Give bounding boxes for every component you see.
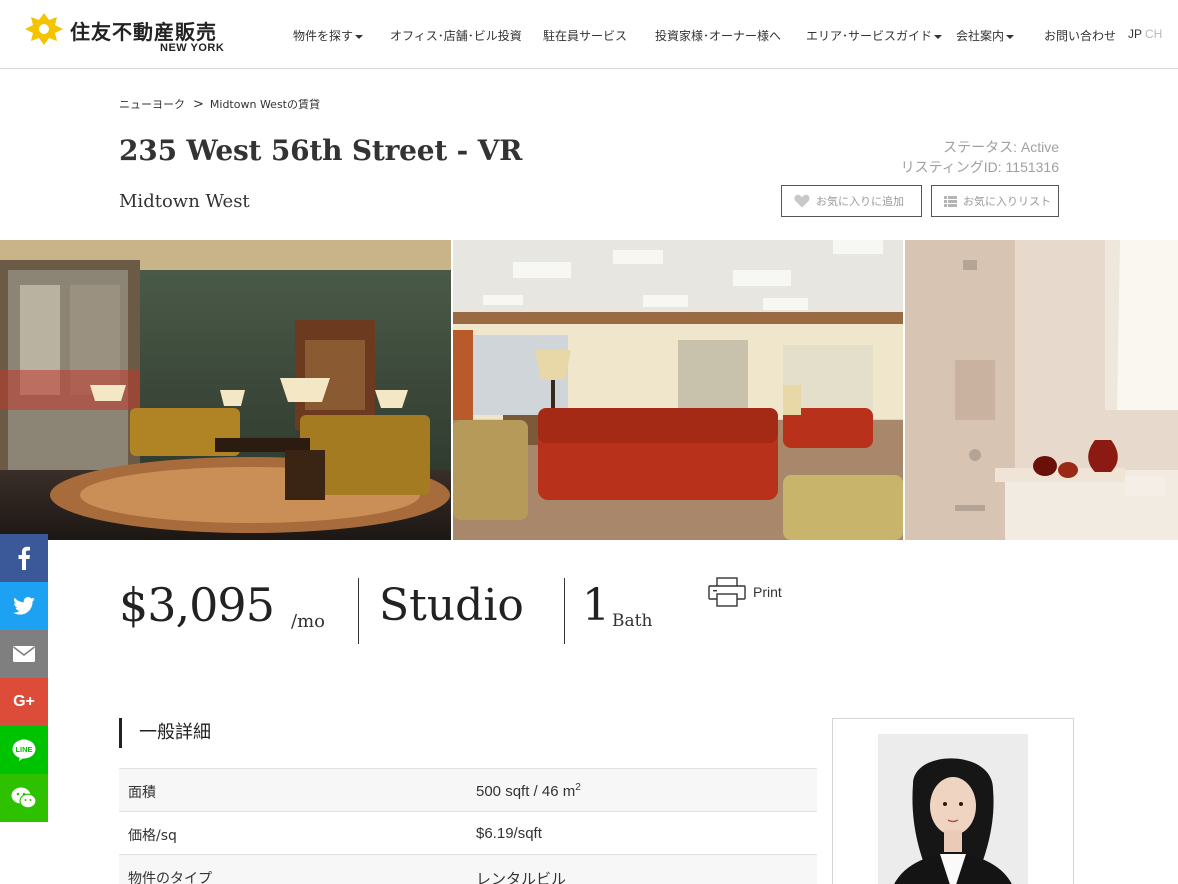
nav-item-area-guide[interactable]: エリア･サービスガイド — [806, 27, 943, 44]
line-share-button[interactable]: LINE — [0, 726, 48, 774]
nav-item-investors[interactable]: 投資家様･オーナー様へ — [655, 27, 781, 44]
photo-lobby[interactable] — [0, 240, 451, 540]
printer-icon — [708, 577, 746, 607]
nav-label: 物件を探す — [293, 29, 354, 43]
nav-item-expat[interactable]: 駐在員サービス — [543, 27, 627, 44]
divider — [564, 578, 565, 644]
photo-lounge[interactable] — [453, 240, 903, 540]
detail-key: 面積 — [128, 785, 156, 801]
breadcrumb: ニューヨーク > Midtown Westの賃貸 — [119, 96, 320, 112]
detail-value: 500 sqft / 46 m — [476, 783, 576, 800]
photo-strip — [0, 240, 1178, 540]
chevron-down-icon — [1006, 34, 1015, 39]
favorite-list-label: お気に入りリスト — [963, 195, 1051, 208]
agent-card — [832, 718, 1074, 884]
email-share-button[interactable] — [0, 630, 48, 678]
unit-type: Studio — [379, 580, 524, 631]
logo-sub: NEW YORK — [160, 42, 225, 54]
print-button[interactable]: Print — [707, 577, 797, 609]
nav-label: お問い合わせ — [1044, 29, 1117, 43]
logo-name: 住友不動産販売 — [70, 20, 217, 44]
detail-value-sup: 2 — [575, 782, 581, 793]
google-plus-share-button[interactable]: G+ — [0, 678, 48, 726]
detail-value-container: 500 sqft / 46 m2 — [476, 782, 581, 800]
details-table: 面積 500 sqft / 46 m2 価格/sq $6.19/sqft 物件の… — [119, 768, 817, 884]
breadcrumb-home[interactable]: ニューヨーク — [119, 98, 185, 111]
twitter-share-button[interactable] — [0, 582, 48, 630]
add-favorite-label: お気に入りに追加 — [816, 195, 904, 208]
listing-neighborhood: Midtown West — [119, 191, 250, 212]
line-icon: LINE — [12, 739, 36, 761]
nav-label: 会社案内 — [956, 29, 1005, 43]
breadcrumb-separator: > — [193, 97, 204, 112]
price-value: $3,095 — [119, 578, 275, 632]
add-favorite-button[interactable]: お気に入りに追加 — [781, 185, 922, 217]
wechat-share-button[interactable] — [0, 774, 48, 822]
social-share-bar: G+ LINE — [0, 534, 48, 822]
price-unit: /mo — [291, 611, 325, 632]
google-plus-icon: G+ — [13, 693, 35, 710]
lang-jp[interactable]: JP — [1128, 27, 1142, 41]
nav-label: オフィス･店舗･ビル投資 — [390, 29, 522, 43]
table-row: 価格/sq $6.19/sqft — [119, 812, 817, 855]
svg-text:LINE: LINE — [15, 745, 32, 754]
logo-mark-icon — [25, 13, 63, 45]
chevron-down-icon — [355, 34, 364, 39]
list-icon — [944, 195, 957, 207]
breadcrumb-current[interactable]: Midtown Westの賃貸 — [210, 98, 320, 111]
agent-photo[interactable] — [878, 734, 1028, 884]
bath-unit: Bath — [612, 611, 653, 631]
details-heading: 一般詳細 — [119, 718, 211, 748]
nav-label: エリア･サービスガイド — [806, 29, 933, 43]
listing-id: リスティングID: 1151316 — [900, 159, 1059, 175]
detail-value: $6.19/sqft — [476, 825, 542, 842]
bath-count: 1 — [582, 580, 610, 631]
nav-item-search[interactable]: 物件を探す — [293, 27, 364, 44]
detail-key: 価格/sq — [128, 828, 177, 844]
lang-ch[interactable]: CH — [1145, 27, 1162, 41]
nav-label: 投資家様･オーナー様へ — [655, 29, 782, 43]
table-row: 物件のタイプ レンタルビル — [119, 855, 817, 884]
detail-key: 物件のタイプ — [128, 871, 212, 884]
divider — [358, 578, 359, 644]
facebook-icon — [18, 546, 30, 570]
nav-item-company[interactable]: 会社案内 — [956, 27, 1015, 44]
nav-item-office[interactable]: オフィス･店舗･ビル投資 — [390, 27, 522, 44]
facebook-share-button[interactable] — [0, 534, 48, 582]
detail-value: レンタルビル — [476, 871, 567, 884]
wechat-icon — [11, 787, 37, 809]
logo[interactable]: 住友不動産販売 NEW YORK — [24, 12, 234, 56]
listing-title: 235 West 56th Street - VR — [119, 134, 523, 167]
print-label: Print — [753, 584, 782, 600]
nav-label: 駐在員サービス — [543, 29, 628, 43]
heart-icon — [794, 194, 810, 208]
favorite-list-button[interactable]: お気に入りリスト — [931, 185, 1059, 217]
nav-item-contact[interactable]: お問い合わせ — [1044, 27, 1116, 44]
site-header: 住友不動産販売 NEW YORK 物件を探す オフィス･店舗･ビル投資 駐在員サ… — [0, 0, 1178, 69]
photo-bathroom[interactable] — [905, 240, 1178, 540]
listing-status-block: ステータス: Active リスティングID: 1151316 — [901, 137, 1059, 177]
twitter-icon — [13, 597, 35, 615]
email-icon — [13, 646, 35, 662]
chevron-down-icon — [934, 34, 943, 39]
listing-status: ステータス: Active — [943, 139, 1059, 155]
table-row: 面積 500 sqft / 46 m2 — [119, 769, 817, 812]
